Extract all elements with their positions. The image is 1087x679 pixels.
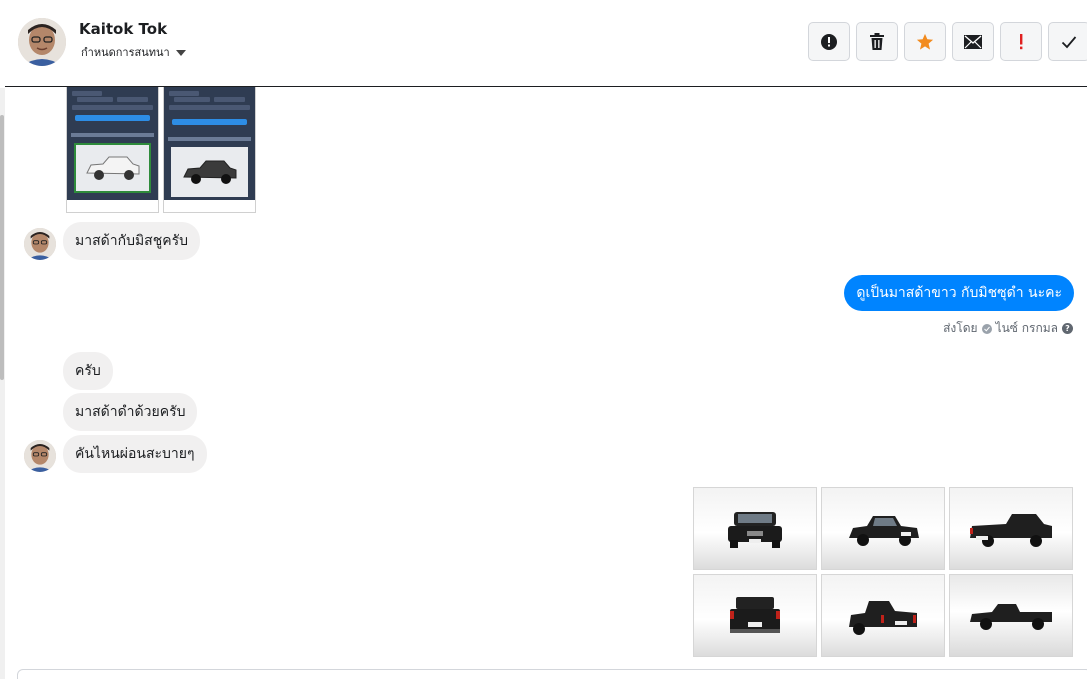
pickup-side-icon xyxy=(970,603,1052,630)
check-icon xyxy=(1061,35,1077,48)
incoming-message[interactable]: มาสด้ากับมิสชูครับ xyxy=(63,222,200,260)
car-photo[interactable] xyxy=(693,487,817,570)
shared-screenshot-image[interactable] xyxy=(66,87,159,213)
incoming-message[interactable]: ครับ xyxy=(63,352,113,390)
contact-name[interactable]: Kaitok Tok xyxy=(79,20,167,38)
car-thumbnail-icon xyxy=(85,156,139,180)
car-photo[interactable] xyxy=(949,487,1073,570)
star-icon xyxy=(916,33,934,50)
pickup-rear-angle-icon xyxy=(970,513,1052,547)
shared-screenshot-image[interactable] xyxy=(163,87,256,213)
shared-photo-grid xyxy=(693,487,1073,657)
incoming-message[interactable]: คันไหนผ่อนสะบายๆ xyxy=(63,435,207,473)
done-button[interactable] xyxy=(1048,22,1087,61)
sent-by-info: ส่งโดย ไนซ์ กรกมล ? xyxy=(943,319,1073,338)
message-composer[interactable] xyxy=(17,669,1087,679)
envelope-icon xyxy=(964,34,982,49)
help-icon[interactable]: ? xyxy=(1062,323,1073,334)
pickup-front-icon xyxy=(728,511,782,548)
sender-avatar[interactable] xyxy=(24,228,56,260)
alert-circle-icon xyxy=(821,33,837,50)
car-photo[interactable] xyxy=(693,574,817,657)
pickup-angle-icon xyxy=(849,515,919,546)
trash-icon xyxy=(870,32,884,50)
caret-down-icon xyxy=(175,50,186,56)
verified-check-icon xyxy=(981,323,992,334)
sender-avatar[interactable] xyxy=(24,440,56,472)
car-photo[interactable] xyxy=(821,487,945,570)
conversation-actions xyxy=(808,22,1087,61)
exclamation-icon xyxy=(1020,33,1023,49)
conversation-settings-label: กำหนดการสนทนา xyxy=(81,46,170,59)
star-button[interactable] xyxy=(904,22,946,61)
car-thumbnail-icon xyxy=(182,160,236,184)
scrollbar-thumb[interactable] xyxy=(0,115,4,380)
car-photo[interactable] xyxy=(821,574,945,657)
mark-unread-button[interactable] xyxy=(952,22,994,61)
conversation-settings-dropdown[interactable]: กำหนดการสนทนา xyxy=(81,43,186,61)
conversation-header: Kaitok Tok กำหนดการสนทนา xyxy=(5,0,1087,87)
important-button[interactable] xyxy=(1000,22,1042,61)
incoming-message[interactable]: มาสด้าดำด้วยครับ xyxy=(63,393,198,431)
outgoing-message[interactable]: ดูเป็นมาสด้าขาว กับมิชซุดำ นะคะ xyxy=(844,275,1074,311)
pickup-rear-icon xyxy=(730,596,780,633)
mark-spam-button[interactable] xyxy=(808,22,850,61)
contact-avatar[interactable] xyxy=(18,18,66,66)
delete-button[interactable] xyxy=(856,22,898,61)
sent-by-prefix: ส่งโดย xyxy=(943,321,978,335)
pickup-rear-angle-icon xyxy=(849,600,917,635)
car-photo[interactable] xyxy=(949,574,1073,657)
sent-by-name: ไนซ์ กรกมล xyxy=(995,321,1058,335)
